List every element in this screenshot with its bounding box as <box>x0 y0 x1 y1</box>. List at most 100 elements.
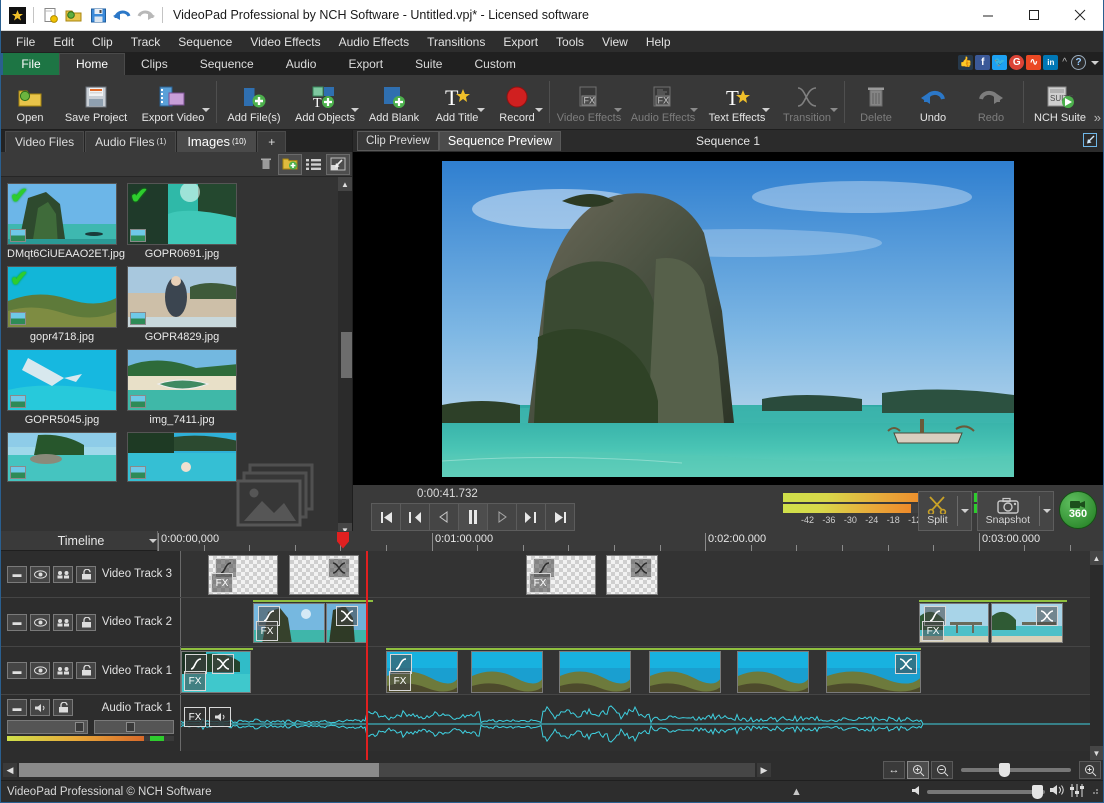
volume-slider[interactable] <box>927 784 1045 799</box>
bin-tab-video-files[interactable]: Video Files <box>5 131 85 152</box>
bin-item-thumbnail[interactable]: ✔ <box>127 183 237 245</box>
record-dropdown-icon[interactable] <box>535 108 543 112</box>
scroll-right-arrow-icon[interactable]: ▶ <box>757 763 771 777</box>
menu-video-effects[interactable]: Video Effects <box>241 32 329 52</box>
bin-scrollbar-thumb[interactable] <box>341 332 352 378</box>
ribbon-add-title-button[interactable]: T Add Title <box>426 75 488 129</box>
timeline-ruler[interactable]: 0:00:00,000 0:01:00.000 0:02:00.000 0:03:00… <box>157 530 1103 551</box>
ribbon-add-objects-button[interactable]: T Add Objects <box>288 75 362 129</box>
ribbon-tab-custom[interactable]: Custom <box>458 53 531 75</box>
undo-icon[interactable] <box>111 4 133 26</box>
speaker-icon[interactable] <box>1049 784 1065 799</box>
ribbon-tab-file[interactable]: File <box>1 53 59 75</box>
timeline-clip[interactable]: FX <box>919 603 989 643</box>
ribbon-tab-home[interactable]: Home <box>59 53 126 75</box>
menu-clip[interactable]: Clip <box>83 32 122 52</box>
resize-grip-icon[interactable] <box>1089 785 1099 798</box>
timeline-zoom-knob[interactable] <box>999 763 1010 777</box>
track-body-audio-1[interactable]: FX <box>180 695 1103 751</box>
ribbon-open-button[interactable]: Open <box>1 75 59 129</box>
ribbon-transition-button[interactable]: Transition <box>773 75 841 129</box>
save-icon[interactable] <box>87 4 109 26</box>
zoom-selection-icon[interactable] <box>907 761 929 779</box>
timeline-clip[interactable]: FX <box>253 603 325 643</box>
new-project-icon[interactable] <box>39 4 61 26</box>
ribbon-tab-suite[interactable]: Suite <box>399 53 458 75</box>
eye-icon[interactable] <box>30 662 50 679</box>
timeline-clip[interactable] <box>289 555 359 595</box>
next-clip-button[interactable] <box>516 503 546 531</box>
bin-item-thumbnail[interactable] <box>7 349 117 411</box>
zoom-out-icon[interactable] <box>931 761 953 779</box>
ribbon-tab-export[interactable]: Export <box>332 53 399 75</box>
track-body-video-1[interactable]: FX FX <box>181 647 1103 694</box>
bin-item-thumbnail[interactable] <box>127 349 237 411</box>
ribbon-tab-clips[interactable]: Clips <box>125 53 184 75</box>
track-pan-slider[interactable] <box>93 720 174 734</box>
ribbon-collapse-caret[interactable]: ^ <box>1062 57 1067 68</box>
bin-item-thumbnail[interactable] <box>127 432 237 482</box>
popout-icon[interactable] <box>1083 133 1097 150</box>
ribbon-video-effects-button[interactable]: FX Video Effects <box>553 75 625 129</box>
ribbon-tab-audio[interactable]: Audio <box>270 53 333 75</box>
bin-item-thumbnail[interactable]: ✔ <box>7 183 117 245</box>
timeline-clip[interactable] <box>737 651 809 693</box>
list-item[interactable] <box>7 432 117 482</box>
timeline-clip[interactable]: FX <box>181 651 251 693</box>
bin-thumbnail-grid[interactable]: ✔ DMqt6CiUEAAO2ET.jpg ✔ GOPR0691.jpg ✔ g… <box>1 177 352 537</box>
video-effects-dropdown-icon[interactable] <box>614 108 622 112</box>
track-body-video-3[interactable]: FX FX <box>181 551 1103 597</box>
ribbon-add-blank-button[interactable]: Add Blank <box>362 75 426 129</box>
timeline-clip[interactable] <box>606 555 658 595</box>
cross-transition-icon[interactable] <box>1036 606 1058 626</box>
scroll-down-arrow-icon[interactable]: ▼ <box>1090 746 1103 760</box>
ribbon-delete-button[interactable]: Delete <box>848 75 904 129</box>
playhead-handle[interactable] <box>337 531 349 549</box>
eye-icon[interactable] <box>30 613 50 631</box>
button-360[interactable]: 360 <box>1059 491 1097 529</box>
thumbs-up-icon[interactable]: 👍 <box>958 55 974 70</box>
lock-icon[interactable] <box>76 565 96 583</box>
bin-tab-images[interactable]: Images (10) <box>177 131 257 152</box>
group-icon[interactable] <box>53 613 73 631</box>
delete-bin-item-button[interactable] <box>254 154 278 175</box>
twitter-icon[interactable]: 🐦 <box>992 55 1008 70</box>
ribbon-audio-effects-button[interactable]: FX Audio Effects <box>625 75 701 129</box>
step-back-button[interactable] <box>429 503 459 531</box>
fx-badge[interactable]: FX <box>529 573 551 593</box>
fx-badge[interactable]: FX <box>184 707 206 727</box>
bin-tab-audio-files[interactable]: Audio Files (1) <box>85 131 177 152</box>
text-effects-dropdown-icon[interactable] <box>762 108 770 112</box>
google-plus-icon[interactable]: G <box>1009 55 1025 70</box>
timeline-clip[interactable] <box>649 651 721 693</box>
ribbon-redo-button[interactable]: Redo <box>962 75 1020 129</box>
timeline-clip[interactable] <box>326 603 368 643</box>
fx-badge[interactable]: FX <box>256 621 278 641</box>
preview-stage[interactable] <box>353 152 1103 485</box>
timeline-clip[interactable] <box>826 651 921 693</box>
zoom-in-icon[interactable] <box>1079 761 1101 779</box>
minimize-icon[interactable]: ▬ <box>7 699 27 716</box>
eye-icon[interactable] <box>30 565 50 583</box>
tab-sequence-preview[interactable]: Sequence Preview <box>438 131 562 151</box>
close-button[interactable] <box>1057 0 1103 30</box>
fx-badge[interactable]: FX <box>184 671 206 691</box>
group-icon[interactable] <box>53 662 73 679</box>
ribbon-undo-button[interactable]: Undo <box>904 75 962 129</box>
timeline-clip[interactable] <box>559 651 631 693</box>
list-item[interactable] <box>127 432 237 482</box>
pause-button[interactable] <box>458 503 488 531</box>
list-item[interactable]: ✔ DMqt6CiUEAAO2ET.jpg <box>7 183 125 262</box>
fx-badge[interactable]: FX <box>211 573 233 593</box>
menu-sequence[interactable]: Sequence <box>169 32 241 52</box>
mixer-icon[interactable] <box>1069 783 1085 800</box>
timeline-clip[interactable] <box>471 651 543 693</box>
split-button[interactable]: Split <box>921 496 953 526</box>
speaker-icon[interactable] <box>30 699 50 716</box>
scroll-up-arrow-icon[interactable]: ▲ <box>1090 551 1103 565</box>
timeline-clip[interactable]: FX <box>526 555 596 595</box>
audio-effects-dropdown-icon[interactable] <box>690 108 698 112</box>
ribbon-text-effects-button[interactable]: T Text Effects <box>701 75 773 129</box>
snapshot-button[interactable]: Snapshot <box>980 497 1036 526</box>
menu-help[interactable]: Help <box>637 32 680 52</box>
